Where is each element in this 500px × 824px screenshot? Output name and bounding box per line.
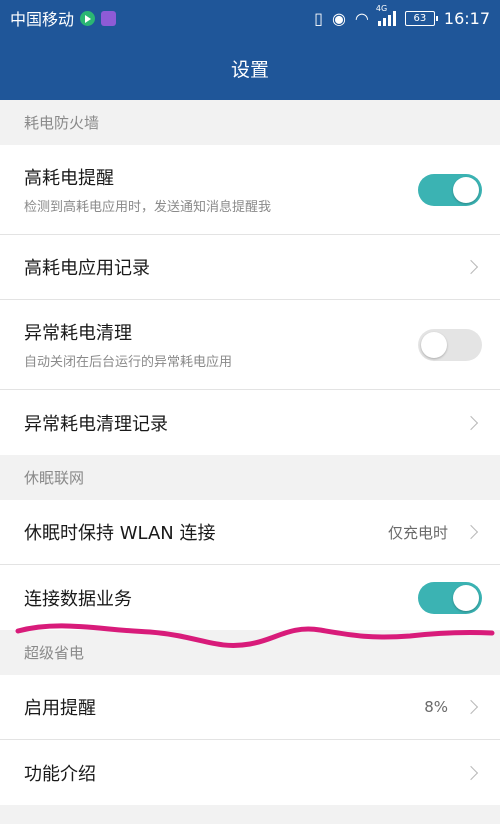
setting-mobile-data[interactable]: 连接数据业务 [0,565,500,630]
setting-title: 异常耗电清理记录 [24,413,168,435]
eye-comfort-icon: ◉ [331,8,346,28]
setting-title: 连接数据业务 [24,588,132,610]
chevron-right-icon [463,415,479,430]
setting-high-usage-alert[interactable]: 高耗电提醒 检测到高耗电应用时，发送通知消息提醒我 [0,145,500,235]
setting-title: 休眠时保持 WLAN 连接 [24,523,216,544]
setting-high-usage-records[interactable]: 高耗电应用记录 [0,235,500,300]
setting-feature-intro[interactable]: 功能介绍 [0,740,500,805]
setting-abnormal-cleanup[interactable]: 异常耗电清理 自动关闭在后台运行的异常耗电应用 [0,300,500,390]
abnormal-cleanup-toggle[interactable] [418,328,482,361]
toggle-knob [421,331,447,358]
section-header-firewall: 耗电防火墙 [0,100,500,145]
setting-subtitle: 检测到高耗电应用时，发送通知消息提醒我 [24,200,272,215]
network-type-label: 4G [375,3,388,13]
setting-value: 8% [424,698,448,716]
setting-title: 高耗电提醒 [24,168,114,189]
app-header: 中国移动 ▯ ◉ ◠ 4G 63 16:17 设置 [0,0,500,100]
toggle-knob [453,176,479,203]
toggle-knob [453,584,479,611]
chevron-right-icon [463,765,479,780]
setting-value: 仅充电时 [387,523,448,542]
chevron-right-icon [463,259,479,275]
setting-keep-wlan-on-sleep[interactable]: 休眠时保持 WLAN 连接 仅充电时 [0,500,500,565]
battery-level: 63 [413,12,427,24]
vibrate-icon: ▯ [314,8,323,28]
carrier-label: 中国移动 [10,10,75,29]
gallery-app-icon [101,10,117,26]
setting-abnormal-cleanup-records[interactable]: 异常耗电清理记录 [0,390,500,455]
section-label: 休眠联网 [24,469,85,487]
clock: 16:17 [443,8,490,28]
mobile-data-toggle[interactable] [418,581,482,614]
status-bar: 中国移动 ▯ ◉ ◠ 4G 63 16:17 [0,0,500,36]
setting-title: 功能介绍 [24,763,96,785]
battery-icon: 63 [404,10,438,26]
cellular-signal-icon: 4G [376,4,396,26]
setting-enable-reminder[interactable]: 启用提醒 8% [0,675,500,740]
section-label: 超级省电 [24,644,85,662]
section-header-super-power-saving: 超级省电 [0,630,500,675]
video-app-icon [80,10,96,26]
section-label: 耗电防火墙 [24,114,100,132]
setting-title: 高耗电应用记录 [24,258,150,279]
page-bottom [0,805,500,821]
section-header-sleep-network: 休眠联网 [0,455,500,500]
setting-title: 启用提醒 [24,698,96,719]
chevron-right-icon [463,524,479,540]
wifi-icon: ◠ [354,8,369,28]
setting-subtitle: 自动关闭在后台运行的异常耗电应用 [24,355,233,370]
setting-title: 异常耗电清理 [24,323,132,344]
page-title: 设置 [230,58,269,81]
high-usage-alert-toggle[interactable] [418,173,482,206]
chevron-right-icon [463,699,479,715]
